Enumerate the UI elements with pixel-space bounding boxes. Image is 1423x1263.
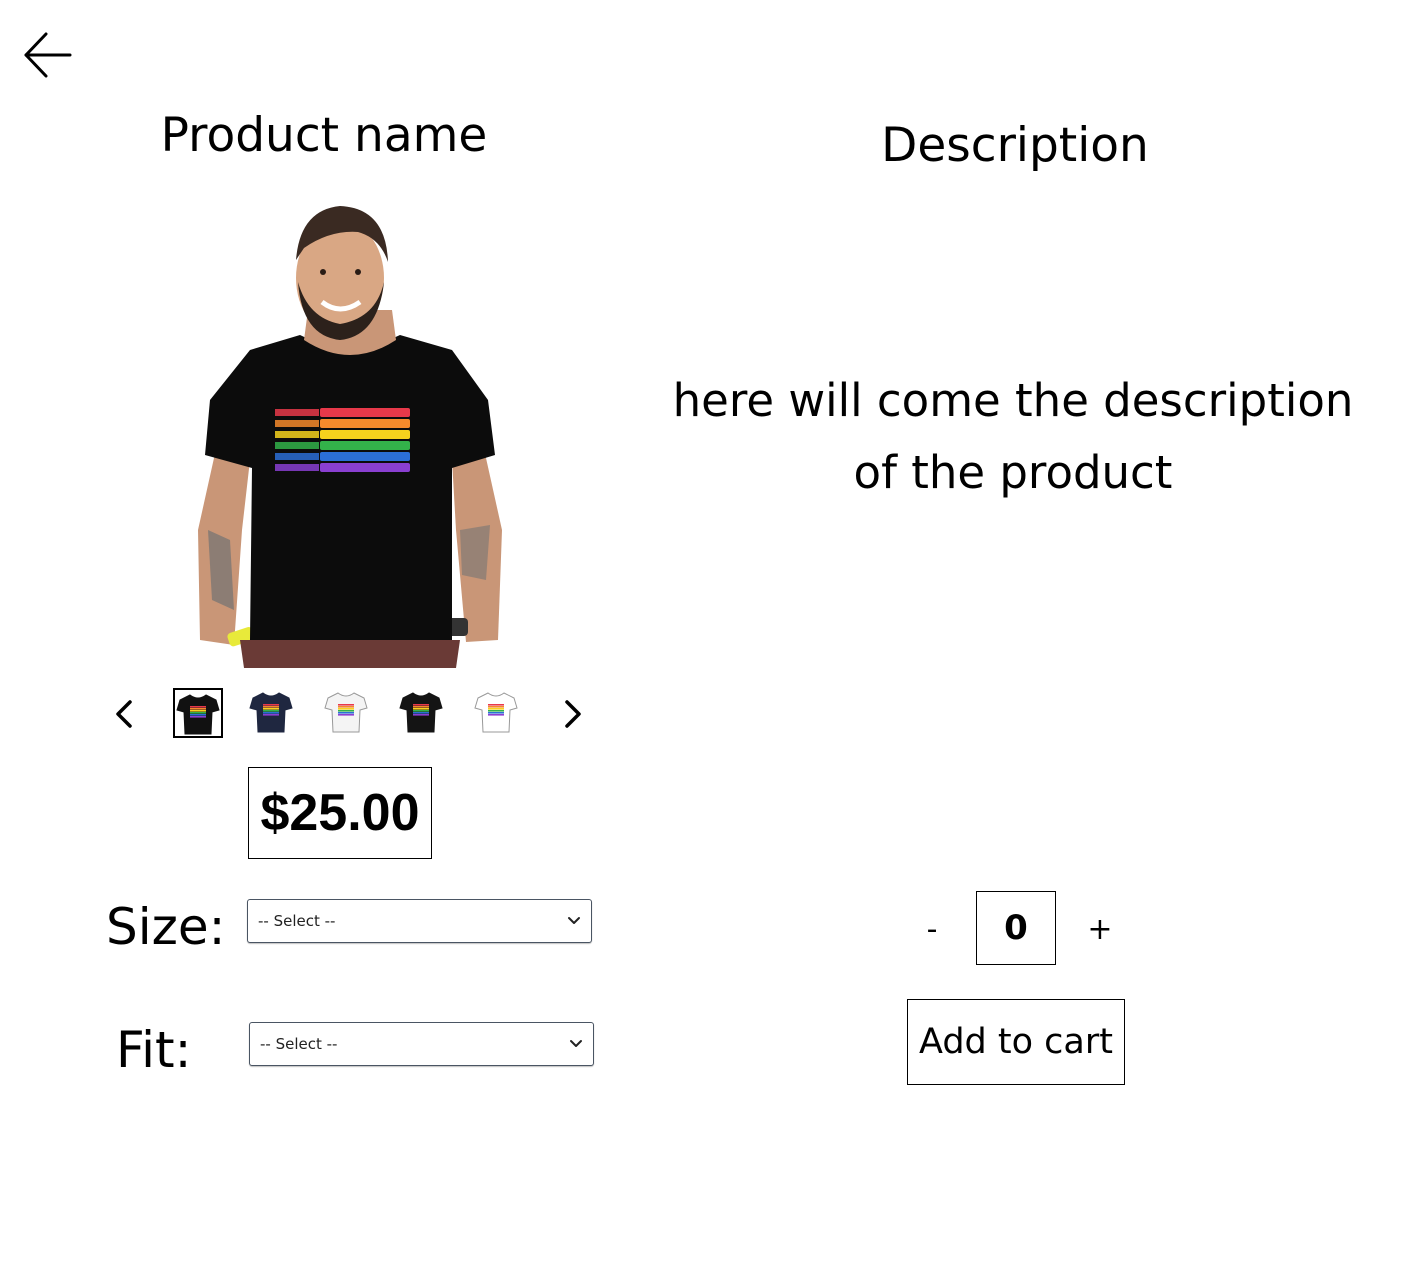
print-stripe [320,430,410,439]
thumbnail-white-ringer-stripe[interactable] [473,688,523,738]
chevron-right-icon [565,700,581,728]
print-word [275,442,319,449]
fit-select[interactable]: -- Select -- [249,1022,594,1066]
quantity-decrement-button[interactable]: - [915,910,949,950]
carousel-next-button[interactable] [555,692,589,736]
tshirt-icon [474,692,518,733]
fit-select-value: -- Select -- [260,1035,338,1053]
price-tag: $25.00 [248,767,432,859]
print-word [275,409,319,416]
fit-label: Fit: [116,1021,192,1079]
tshirt-icon [249,692,293,733]
print-word [275,453,319,460]
print-stripe [320,441,410,450]
add-to-cart-button[interactable]: Add to cart [907,999,1125,1085]
tshirt-icon [324,692,368,733]
print-stripe [320,463,410,472]
carousel-prev-button[interactable] [108,692,142,736]
print-word [275,431,319,438]
chevron-left-icon [116,700,132,728]
arrow-left-icon [24,32,72,78]
thumbnail-black-figure-print[interactable] [398,688,448,738]
product-name: Product name [160,108,488,163]
quantity-value: 0 [976,891,1056,965]
product-photo [190,200,510,668]
print-word [275,420,319,427]
chevron-down-icon [570,1040,582,1047]
quantity-increment-button[interactable]: + [1083,910,1117,950]
tshirt-icon [399,692,443,733]
thumbnail-black-rainbow-stripes[interactable] [173,688,223,738]
description-text: here will come the description of the pr… [672,374,1354,499]
description-title: Description [881,118,1149,173]
print-stripe [320,419,410,428]
thumbnail-white-pride-rainbow[interactable] [323,688,373,738]
chevron-down-icon [568,917,580,924]
print-word [275,464,319,471]
size-label: Size: [106,898,226,956]
print-stripe [320,452,410,461]
print-stripe [320,408,410,417]
size-select[interactable]: -- Select -- [247,899,592,943]
tshirt-icon [176,694,220,735]
size-select-value: -- Select -- [258,912,336,930]
thumbnail-navy-rainbow-fist[interactable] [248,688,298,738]
back-button[interactable] [22,30,74,80]
